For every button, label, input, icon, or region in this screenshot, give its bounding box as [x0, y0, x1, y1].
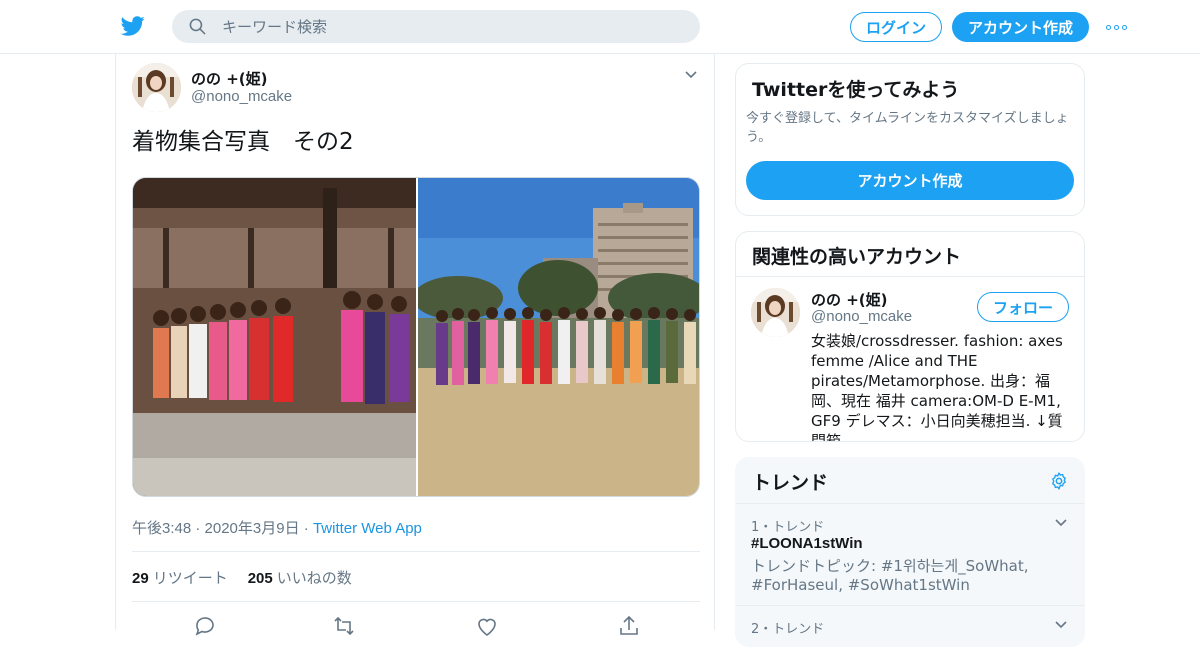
- trends-title: トレンド: [752, 472, 829, 494]
- metadata-separator: ·: [303, 520, 309, 537]
- trend-name[interactable]: #LOONA1stWin: [751, 535, 863, 552]
- likes-count: 205: [247, 570, 273, 587]
- top-navigation-bar: ログイン アカウント作成: [0, 0, 1200, 54]
- retweets-label: リツイート: [152, 570, 228, 587]
- related-account-bio: 女装娘/crossdresser. fashion: axes femme /A…: [811, 332, 1063, 442]
- signup-card-description: 今すぐ登録して、タイムラインをカスタマイズしましょう。: [746, 111, 1069, 145]
- like-heart-icon[interactable]: [475, 614, 499, 638]
- tweet-detail: のの +(姫) @nono_mcake 着物集合写真 その2 午後3:48 · …: [115, 54, 715, 636]
- reply-icon[interactable]: [193, 614, 217, 638]
- related-accounts-card: 関連性の高いアカウント のの +(姫) @nono_mcake フォロー 女装娘…: [735, 231, 1085, 442]
- trend-topic: トレンドトピック: #1위하는게_SoWhat, #ForHaseul, #So…: [751, 557, 1029, 594]
- search-box[interactable]: [172, 10, 700, 43]
- tweet-stats: 29 リツイート 205 いいねの数: [132, 567, 352, 588]
- likes-label: いいねの数: [276, 570, 352, 587]
- avatar[interactable]: [751, 288, 800, 337]
- trend-rank: 1・トレンド: [751, 520, 825, 535]
- trend-item[interactable]: 2・トレンド: [736, 606, 1084, 646]
- search-input[interactable]: [222, 10, 682, 43]
- kimono-group-photo-veranda[interactable]: [133, 178, 416, 497]
- retweets-count: 29: [132, 570, 149, 587]
- share-icon[interactable]: [617, 614, 641, 638]
- trends-card: トレンド 1・トレンド #LOONA1stWin トレンドトピック: #1위하는…: [735, 457, 1085, 647]
- divider: [736, 276, 1084, 277]
- tweet-media-grid: [132, 177, 700, 497]
- twitter-bird-icon[interactable]: [120, 14, 146, 38]
- gear-icon[interactable]: [1049, 471, 1069, 491]
- tweet-actions: [132, 614, 700, 644]
- retweet-icon[interactable]: [332, 614, 356, 638]
- user-handle[interactable]: @nono_mcake: [191, 88, 292, 105]
- tweet-source-link[interactable]: Twitter Web App: [313, 520, 422, 537]
- tweet-metadata: 午後3:48 · 2020年3月9日 · Twitter Web App: [132, 517, 422, 538]
- divider: [132, 601, 700, 602]
- related-card-title: 関連性の高いアカウント: [752, 246, 962, 268]
- divider: [132, 551, 700, 552]
- more-options-icon[interactable]: [1106, 20, 1130, 34]
- chevron-down-icon[interactable]: [1054, 516, 1068, 530]
- signup-promo-card: Twitterを使ってみよう 今すぐ登録して、タイムラインをカスタマイズしましょ…: [735, 63, 1085, 216]
- related-account-name[interactable]: のの +(姫): [811, 289, 888, 310]
- related-account-handle[interactable]: @nono_mcake: [811, 308, 912, 325]
- search-icon: [189, 18, 206, 35]
- avatar[interactable]: [132, 63, 181, 112]
- kimono-group-photo-garden[interactable]: [418, 178, 700, 497]
- tweet-text: 着物集合写真 その2: [132, 129, 354, 155]
- follow-button[interactable]: フォロー: [977, 292, 1069, 322]
- login-button[interactable]: ログイン: [850, 12, 942, 42]
- chevron-down-icon[interactable]: [684, 68, 698, 82]
- signup-card-button[interactable]: アカウント作成: [746, 161, 1074, 200]
- signup-card-title: Twitterを使ってみよう: [752, 79, 960, 101]
- trend-item[interactable]: 1・トレンド #LOONA1stWin トレンドトピック: #1위하는게_SoW…: [736, 504, 1084, 605]
- signup-button[interactable]: アカウント作成: [952, 12, 1089, 42]
- tweet-timestamp[interactable]: 午後3:48 · 2020年3月9日: [132, 520, 300, 537]
- likes-stat[interactable]: 205 いいねの数: [248, 567, 352, 588]
- retweets-stat[interactable]: 29 リツイート: [132, 567, 228, 588]
- trend-rank: 2・トレンド: [751, 622, 825, 637]
- user-display-name[interactable]: のの +(姫): [191, 68, 268, 89]
